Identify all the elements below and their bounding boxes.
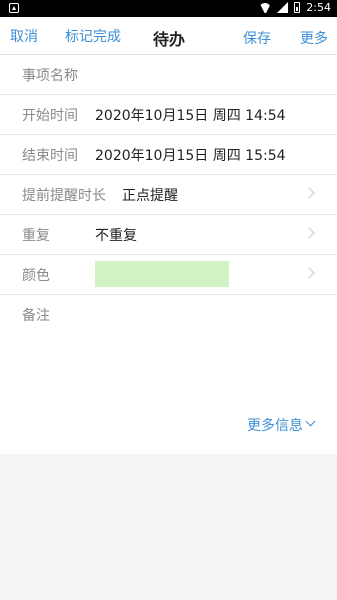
end-time-row[interactable]: 结束时间 2020年10月15日 周四 15:54 — [0, 135, 337, 175]
more-info-section: 更多信息 — [0, 415, 337, 455]
chevron-right-icon — [303, 187, 315, 199]
reminder-value: 正点提醒 — [122, 187, 178, 204]
top-toolbar: 取消 标记完成 待办 保存 更多 — [0, 17, 337, 55]
wifi-icon — [259, 3, 271, 13]
color-row[interactable]: 颜色 — [0, 255, 337, 295]
status-time: 2:54 — [306, 1, 331, 14]
end-time-label: 结束时间 — [22, 147, 78, 164]
color-label: 颜色 — [22, 267, 50, 284]
start-time-value[interactable]: 2020年10月15日 周四 14:54 — [95, 105, 286, 125]
notes-field[interactable]: 备注 — [0, 295, 337, 415]
end-time-value[interactable]: 2020年10月15日 周四 15:54 — [95, 145, 286, 165]
start-time-label: 开始时间 — [22, 107, 78, 124]
chevron-down-icon[interactable] — [305, 416, 316, 427]
repeat-row[interactable]: 重复 不重复 — [0, 215, 337, 255]
save-button[interactable]: 保存 — [243, 28, 271, 48]
page-title: 待办 — [153, 30, 186, 49]
reminder-row[interactable]: 提前提醒时长 正点提醒 — [0, 175, 337, 215]
name-placeholder: 事项名称 — [22, 67, 78, 84]
repeat-label: 重复 — [22, 227, 50, 244]
chevron-right-icon — [303, 267, 315, 279]
start-time-row[interactable]: 开始时间 2020年10月15日 周四 14:54 — [0, 95, 337, 135]
more-button[interactable]: 更多 — [300, 28, 328, 48]
status-bar: 2:54 — [0, 0, 337, 17]
mark-done-button[interactable]: 标记完成 — [65, 26, 121, 46]
more-info-link[interactable]: 更多信息 — [247, 415, 303, 435]
reminder-label: 提前提醒时长 — [22, 187, 106, 204]
signal-icon — [277, 2, 289, 13]
color-swatch[interactable] — [95, 261, 229, 287]
repeat-value: 不重复 — [95, 227, 137, 244]
chevron-right-icon — [303, 227, 315, 239]
notes-label: 备注 — [22, 308, 50, 324]
todo-form: 事项名称 开始时间 2020年10月15日 周四 14:54 结束时间 2020… — [0, 55, 337, 454]
app-notification-icon — [9, 3, 19, 13]
battery-icon — [294, 2, 301, 13]
cancel-button[interactable]: 取消 — [10, 26, 38, 46]
name-field[interactable]: 事项名称 — [0, 55, 337, 95]
